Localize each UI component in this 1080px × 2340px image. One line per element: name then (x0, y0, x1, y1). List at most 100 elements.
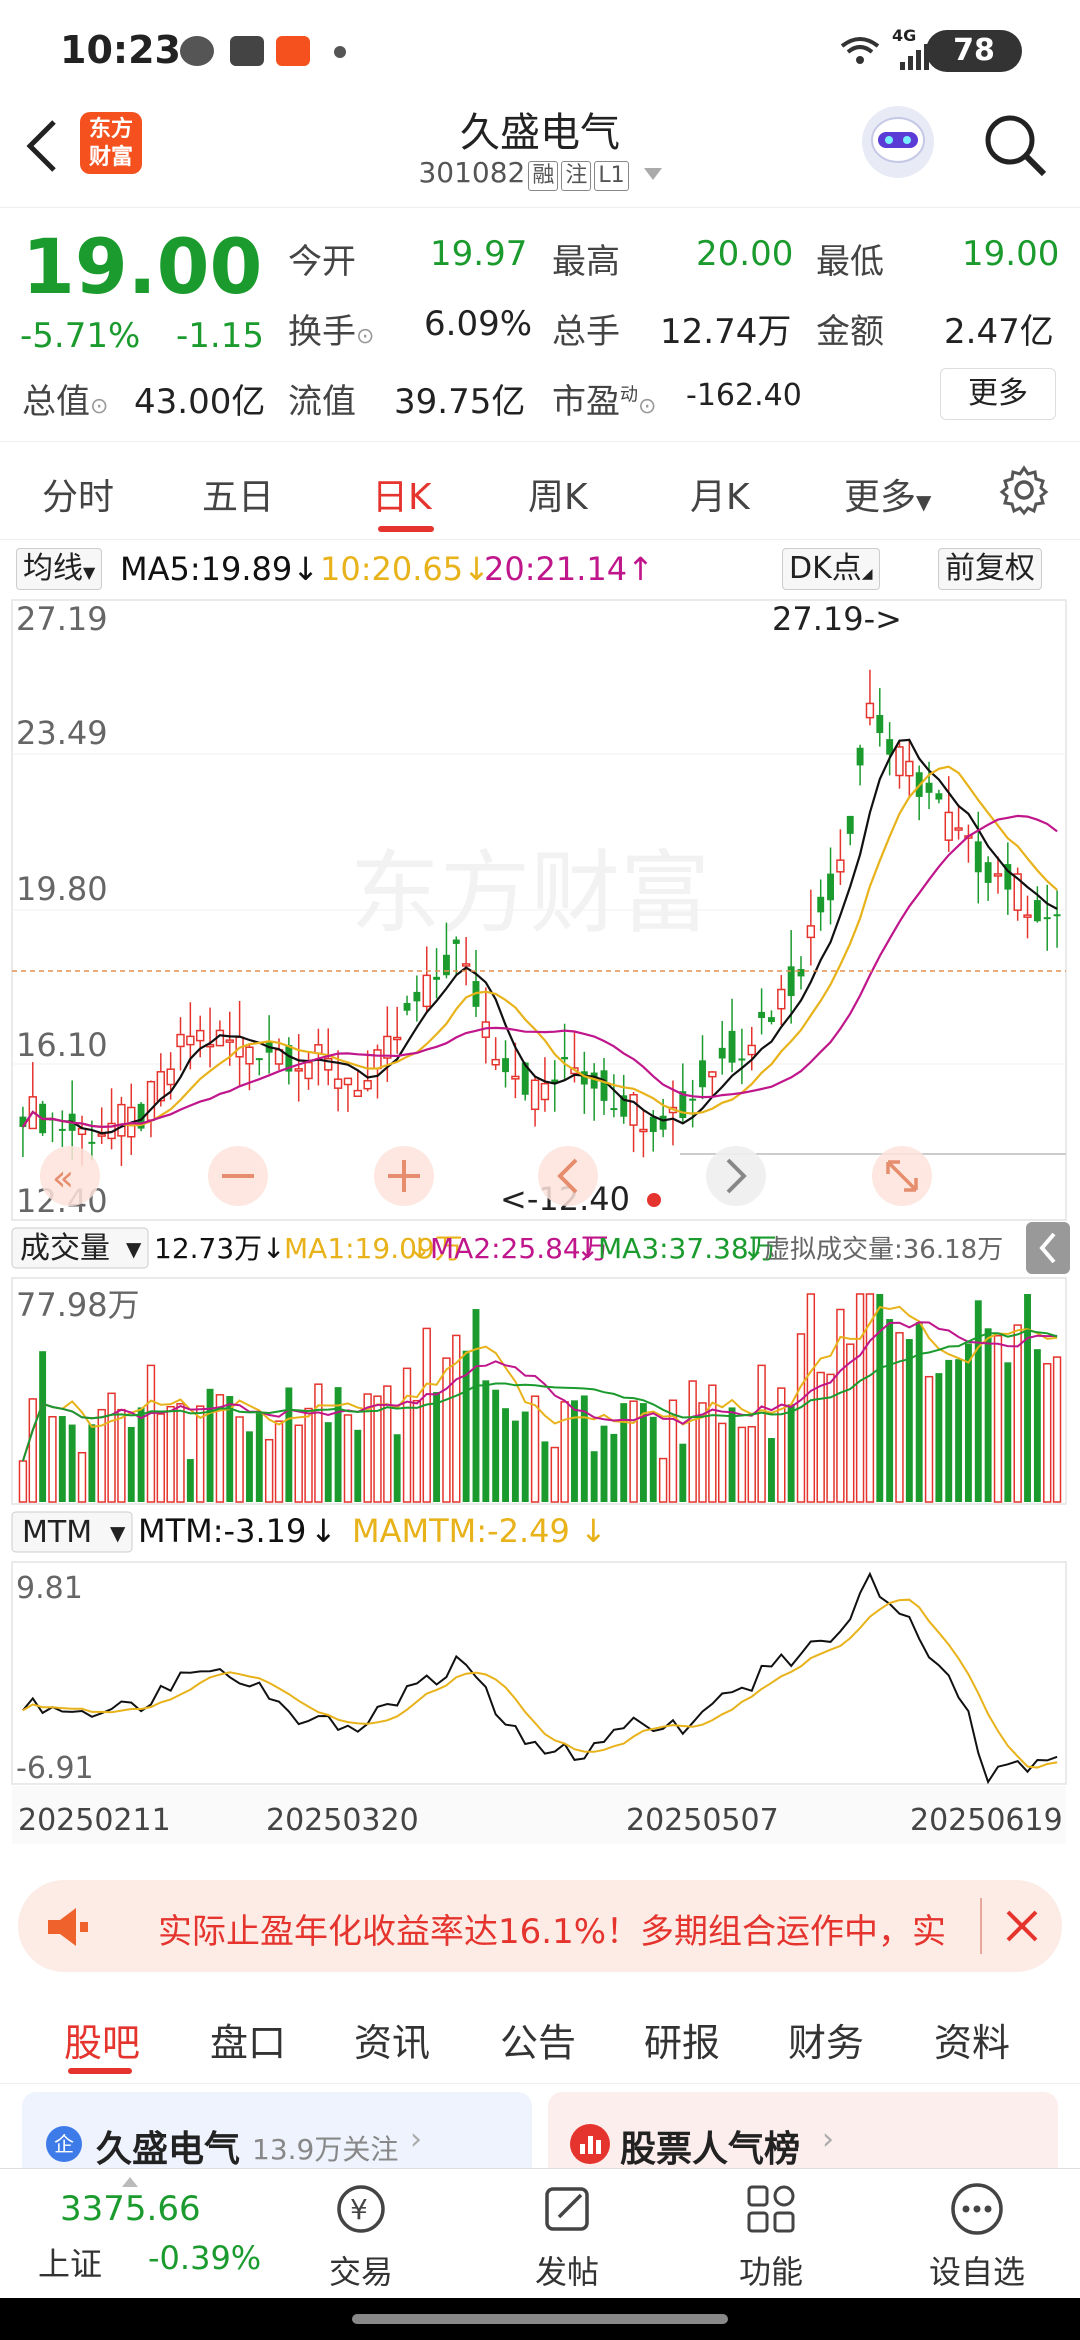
promo-banner[interactable]: 实际止盈年化收益率达16.1%！多期组合运作中，实 (18, 1880, 1062, 1972)
candle-body (768, 1017, 775, 1022)
nav-watchlist[interactable]: 设自选 (902, 2179, 1052, 2293)
volume-bar (226, 1396, 234, 1502)
volume-bar (343, 1414, 353, 1503)
settings-gear-icon[interactable] (998, 464, 1050, 516)
stock-forum-card[interactable]: 企 久盛电气 13.9万关注 › (22, 2092, 532, 2170)
volume-bar (658, 1457, 668, 1503)
candle-body (600, 1070, 608, 1101)
candle-body (1023, 914, 1032, 918)
scroll-right-button (706, 1146, 766, 1206)
volume-bar (264, 1438, 274, 1503)
volume-bar (737, 1426, 747, 1503)
chart-watermark: 东方财富 (350, 844, 710, 944)
volume-bar (905, 1339, 913, 1502)
ma5-value: MA5:19.89↓ (120, 550, 320, 588)
active-tab-indicator (68, 2068, 132, 2074)
close-icon[interactable] (1002, 1906, 1042, 1946)
popularity-rank-card[interactable]: 股票人气榜 › (548, 2092, 1058, 2170)
tab-monthly-k[interactable]: 月K (690, 468, 750, 520)
mtm-max-label: 9.81 (16, 1571, 83, 1606)
date-label: 20250320 (266, 1803, 419, 1838)
bar-chart-icon (570, 2124, 610, 2164)
mtm-selector-label: MTM (22, 1515, 92, 1550)
change-percent: -5.71% (20, 316, 141, 356)
tab-announcements[interactable]: 公告 (500, 2012, 576, 2067)
search-icon[interactable] (980, 110, 1050, 180)
candle-body (255, 1058, 263, 1061)
ma10-value: 10:20.65↓ (320, 550, 490, 588)
nav-post[interactable]: 发帖 (492, 2179, 642, 2293)
volume-bar (1013, 1324, 1022, 1503)
candle-body (935, 793, 943, 800)
volume-bar (610, 1433, 618, 1502)
candle-body (629, 1094, 638, 1126)
tab-five-day[interactable]: 五日 (202, 468, 274, 520)
nav-functions[interactable]: 功能 (696, 2179, 846, 2293)
volume-bar (620, 1403, 628, 1502)
candle-body (422, 974, 431, 1008)
tab-weekly-k[interactable]: 周K (528, 468, 588, 520)
kline-y-label: 27.19 (16, 600, 108, 638)
date-label: 20250507 (626, 1803, 779, 1838)
caret-down-icon: ▼ (110, 1521, 126, 1545)
nav-trade[interactable]: ¥ 交易 (286, 2179, 436, 2293)
active-tab-indicator (378, 526, 434, 532)
stock-chart[interactable]: 东方财富 27.19 23.49 19.80 16.10 12.40 27.19… (0, 594, 1080, 1874)
date-label: 20250619 (910, 1803, 1063, 1838)
volume-bar (768, 1438, 775, 1502)
kline-y-label: 19.80 (16, 870, 108, 908)
tab-news[interactable]: 资讯 (354, 2012, 430, 2067)
double-chevron-left-icon: « (52, 1158, 74, 1199)
price-adjust-button[interactable]: 前复权 (938, 548, 1042, 590)
tab-more[interactable]: 更多▼ (844, 468, 931, 520)
info-icon: ⊙ (90, 394, 109, 419)
volume-bar (757, 1364, 766, 1503)
candle-body (738, 1058, 746, 1061)
arrow-down-icon: ↓ (580, 1512, 607, 1550)
volume-bar (354, 1429, 362, 1502)
edit-icon (545, 2187, 589, 2231)
candle-body (925, 782, 933, 793)
volume-bar (945, 1359, 953, 1502)
candle-body (865, 702, 875, 719)
bottom-nav: 3375.66 上证 -0.39% ¥ 交易 发帖 功能 设自选 (0, 2168, 1080, 2298)
tab-research[interactable]: 研报 (644, 2012, 720, 2067)
ma20-value: 20:21.14↑ (484, 550, 654, 588)
volume-bar (294, 1424, 303, 1503)
candle-body (728, 1030, 736, 1063)
volume-bar (728, 1407, 736, 1502)
tab-financials[interactable]: 财务 (788, 2012, 864, 2067)
tab-profile[interactable]: 资料 (934, 2012, 1010, 2067)
label-volume: 总手 (552, 312, 620, 352)
tab-forum[interactable]: 股吧 (64, 2012, 140, 2067)
volume-bar (314, 1383, 323, 1503)
indicator-selector[interactable]: 均线▼ (16, 548, 103, 590)
candle-body (747, 1044, 756, 1056)
volume-bar (511, 1420, 519, 1502)
candle-body (343, 1077, 353, 1086)
index-value[interactable]: 3375.66 (60, 2189, 201, 2229)
volume-bar (433, 1392, 441, 1502)
volume-bar (935, 1373, 943, 1502)
candle-body (373, 1049, 382, 1070)
banner-divider (980, 1898, 982, 1954)
candle-body (196, 1029, 205, 1042)
app-notify-icon (276, 36, 310, 66)
tab-daily-k[interactable]: 日K (372, 468, 432, 520)
dk-point-button[interactable]: DK点◢ (782, 548, 880, 590)
volume-bar (1043, 1362, 1052, 1503)
volume-bar (58, 1416, 66, 1502)
gesture-handle[interactable] (352, 2314, 728, 2324)
robot-assistant-icon[interactable] (862, 106, 934, 178)
more-button[interactable]: 更多 (940, 368, 1056, 420)
volume-bar (274, 1420, 284, 1503)
volume-bar (156, 1413, 166, 1503)
volume-bar (895, 1332, 904, 1503)
current-price: 19.00 (22, 222, 263, 311)
tab-intraday[interactable]: 分时 (42, 468, 114, 520)
candle-body (186, 1035, 195, 1046)
tab-order-book[interactable]: 盘口 (210, 2012, 286, 2067)
status-time: 10:23 (60, 28, 181, 72)
volume-bar (492, 1389, 500, 1502)
candle-body (225, 1039, 234, 1043)
